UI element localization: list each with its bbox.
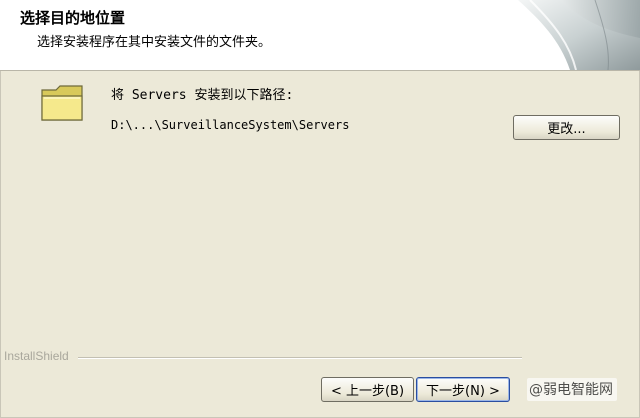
back-button[interactable]: < 上一步(B) xyxy=(321,377,414,402)
wizard-header: 选择目的地位置 选择安装程序在其中安装文件的文件夹。 xyxy=(0,0,640,71)
change-button[interactable]: 更改... xyxy=(513,115,620,140)
watermark-overlay: @弱电智能网 xyxy=(527,378,617,401)
footer-divider xyxy=(78,357,522,359)
next-button[interactable]: 下一步(N) > xyxy=(416,377,510,402)
folder-icon xyxy=(41,85,83,121)
installshield-brand: InstallShield xyxy=(4,349,73,363)
page-subtitle: 选择安装程序在其中安装文件的文件夹。 xyxy=(37,35,272,50)
page-title: 选择目的地位置 xyxy=(20,9,126,27)
page-curl-graphic xyxy=(518,0,640,70)
install-path-value: D:\...\SurveillanceSystem\Servers xyxy=(111,118,350,132)
install-path-label: 将 Servers 安装到以下路径: xyxy=(111,88,294,103)
